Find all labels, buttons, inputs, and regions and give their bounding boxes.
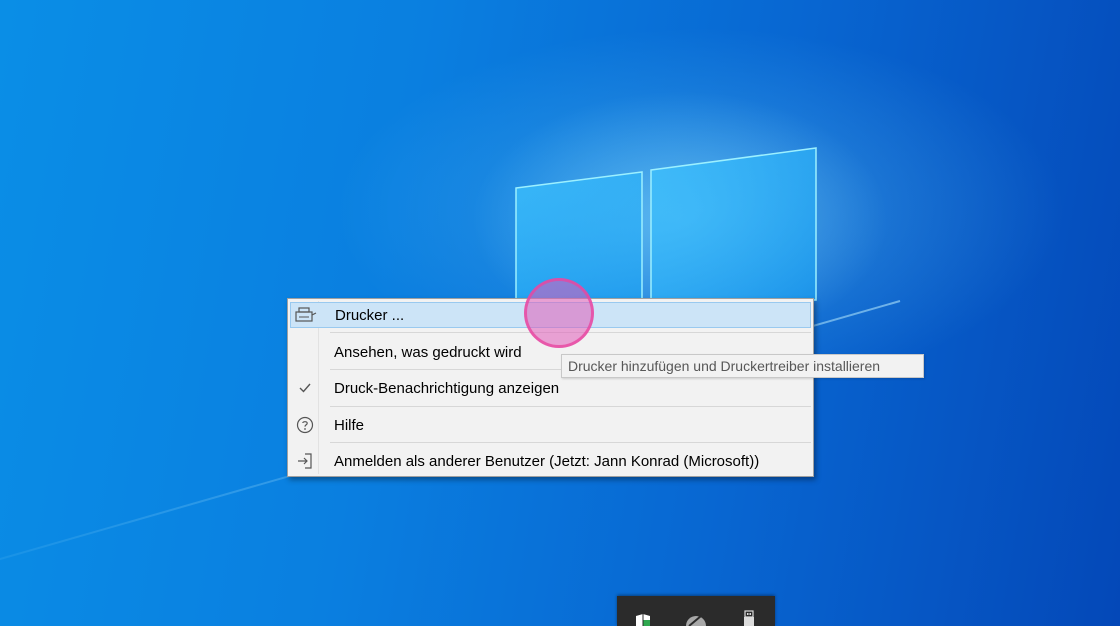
menu-item-label: Hilfe: [334, 416, 365, 434]
help-circle-icon: [292, 412, 318, 438]
windows-security-icon[interactable]: [631, 600, 655, 626]
tray-overflow-popup: [617, 596, 775, 626]
sign-in-icon: [292, 448, 318, 474]
menu-item-help[interactable]: Hilfe: [290, 412, 811, 438]
click-indicator: [524, 278, 594, 348]
menu-item-print-notification[interactable]: Druck-Benachrichtigung anzeigen: [290, 375, 811, 401]
menu-item-label: Ansehen, was gedruckt wird: [334, 343, 522, 361]
menu-item-label: Anmelden als anderer Benutzer (Jetzt: Ja…: [334, 452, 760, 470]
printer-icon: [293, 302, 319, 328]
menu-separator: [330, 442, 811, 443]
checkmark-icon: [292, 375, 318, 401]
menu-item-label: Druck-Benachrichtigung anzeigen: [334, 379, 560, 397]
menu-item-label: Drucker ...: [335, 306, 405, 324]
tooltip: Drucker hinzufügen und Druckertreiber in…: [561, 354, 924, 378]
menu-separator: [330, 406, 811, 407]
menu-item-switch-user[interactable]: Anmelden als anderer Benutzer (Jetzt: Ja…: [290, 448, 811, 474]
network-icon[interactable]: [684, 600, 708, 626]
usb-device-icon[interactable]: [737, 600, 761, 626]
